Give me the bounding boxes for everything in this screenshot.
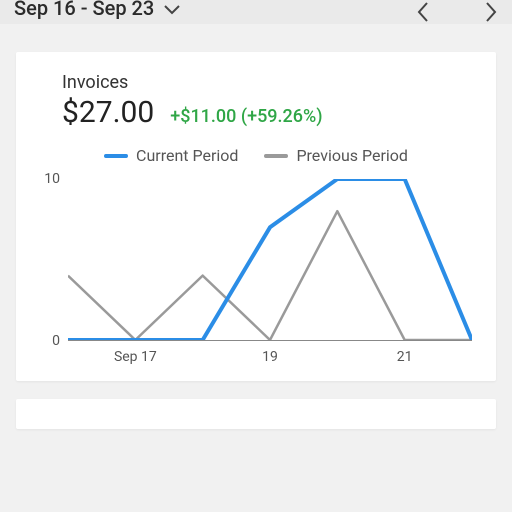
- caret-down-icon: [164, 5, 180, 15]
- date-range-label: Sep 16 - Sep 23: [14, 0, 154, 20]
- x-tick: Sep 17: [114, 349, 157, 365]
- x-axis: Sep 17 19 21: [68, 345, 472, 369]
- prev-period-button[interactable]: [416, 2, 430, 22]
- invoices-card: Invoices $27.00 +$11.00 (+59.26%) Curren…: [16, 52, 496, 381]
- legend-current: Current Period: [104, 146, 238, 165]
- legend-swatch-current: [104, 154, 128, 158]
- legend-label-previous: Previous Period: [296, 146, 408, 165]
- legend-label-current: Current Period: [136, 146, 238, 165]
- x-tick: 19: [262, 349, 278, 365]
- next-card-peek: [16, 399, 496, 429]
- invoices-chart: 10 0 Sep 17 19 21: [36, 179, 476, 369]
- card-title: Invoices: [36, 72, 476, 93]
- date-range-picker[interactable]: Sep 16 - Sep 23: [14, 0, 180, 24]
- next-period-button[interactable]: [484, 2, 498, 22]
- legend-previous: Previous Period: [264, 146, 408, 165]
- chart-legend: Current Period Previous Period: [36, 146, 476, 165]
- x-tick: 21: [397, 349, 413, 365]
- invoice-amount: $27.00: [62, 95, 154, 130]
- legend-swatch-previous: [264, 154, 288, 158]
- y-axis: 10 0: [36, 179, 64, 341]
- date-nav-bar: Sep 16 - Sep 23: [0, 0, 512, 24]
- y-tick: 0: [52, 333, 60, 349]
- chart-plot: [68, 179, 472, 341]
- invoice-delta: +$11.00 (+59.26%): [170, 106, 322, 127]
- y-tick: 10: [44, 171, 60, 187]
